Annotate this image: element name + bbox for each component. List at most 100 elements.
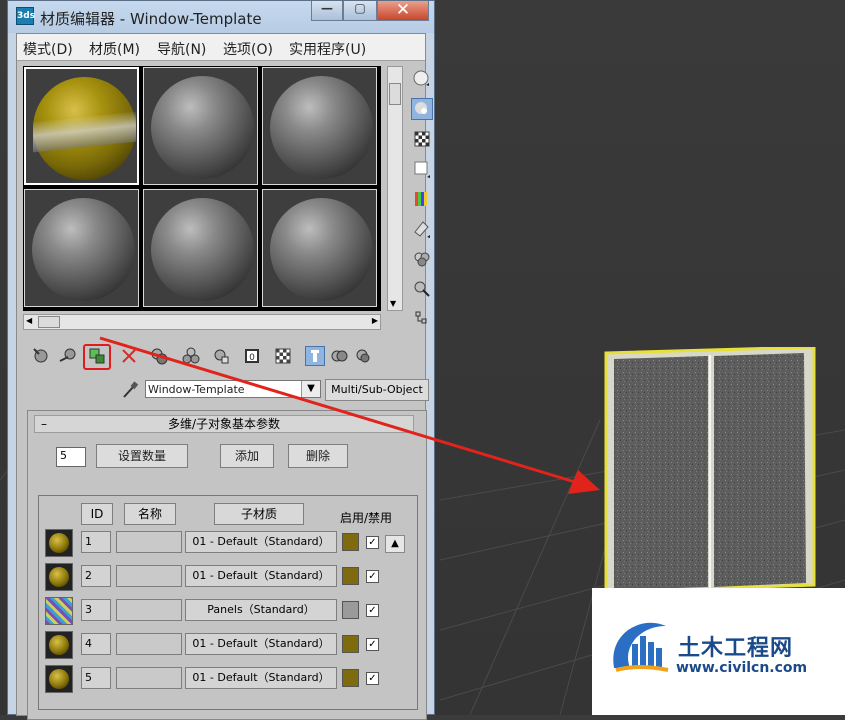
column-header-submaterial[interactable]: 子材质 — [214, 503, 304, 525]
material-count-input[interactable]: 5 — [56, 447, 86, 467]
submaterial-button[interactable]: 01 - Default（Standard） — [185, 531, 337, 553]
scroll-thumb[interactable] — [389, 83, 401, 105]
slots-vertical-scrollbar[interactable]: ▼ — [387, 66, 403, 311]
maximize-button[interactable]: ▢ — [343, 1, 377, 21]
window-model — [604, 347, 816, 592]
submaterial-name-field[interactable] — [116, 599, 182, 621]
submaterial-button[interactable]: 01 - Default（Standard） — [185, 565, 337, 587]
submaterial-enable-checkbox[interactable]: ✓ — [366, 536, 379, 549]
watermark: 土木工程网 www.civilcn.com — [592, 588, 845, 715]
menu-material[interactable]: 材质(M) — [89, 39, 140, 59]
video-color-check-icon[interactable] — [411, 188, 433, 210]
submaterial-enable-checkbox[interactable]: ✓ — [366, 638, 379, 651]
material-map-navigator-icon[interactable] — [411, 308, 433, 330]
sample-type-icon[interactable] — [411, 68, 433, 90]
copy-material-icon[interactable] — [149, 346, 169, 366]
set-number-button[interactable]: 设置数量 — [96, 444, 188, 468]
submaterial-thumbnail[interactable] — [45, 597, 73, 625]
material-name-dropdown[interactable]: ▼ — [145, 380, 321, 398]
submaterial-id[interactable]: 1 — [81, 531, 111, 553]
sample-slots — [23, 66, 381, 311]
submaterial-thumbnail[interactable] — [45, 665, 73, 693]
slots-horizontal-scrollbar[interactable]: ◀ ▶ — [23, 314, 381, 330]
3ds-max-icon: 3ds — [16, 7, 35, 25]
civilcn-logo — [613, 622, 669, 672]
sample-slot-6[interactable] — [262, 189, 377, 307]
sample-slot-3[interactable] — [262, 67, 377, 185]
make-unique-icon[interactable] — [181, 346, 201, 366]
submaterial-name-field[interactable] — [116, 531, 182, 553]
scroll-left-icon[interactable]: ◀ — [26, 316, 32, 325]
go-forward-icon[interactable] — [353, 346, 373, 366]
menu-mode[interactable]: 模式(D) — [23, 39, 73, 59]
title-bar[interactable]: 3ds 材质编辑器 - Window-Template — ▢ ✕ — [8, 1, 434, 33]
rollout-title: 多维/子对象基本参数 — [167, 417, 281, 431]
chevron-down-icon[interactable]: ▼ — [301, 381, 320, 397]
submaterial-name-field[interactable] — [116, 667, 182, 689]
scroll-thumb[interactable] — [38, 316, 60, 328]
add-button[interactable]: 添加 — [220, 444, 274, 468]
material-name-field[interactable] — [148, 381, 298, 397]
sample-sphere — [270, 76, 373, 179]
show-map-icon[interactable] — [273, 346, 293, 366]
get-material-icon[interactable] — [31, 346, 51, 366]
submaterial-color-swatch[interactable] — [342, 533, 359, 551]
options-icon[interactable] — [411, 248, 433, 270]
background-icon[interactable] — [411, 128, 433, 150]
menu-utilities[interactable]: 实用程序(U) — [289, 39, 366, 59]
minimize-button[interactable]: — — [311, 1, 343, 21]
submaterial-enable-checkbox[interactable]: ✓ — [366, 604, 379, 617]
svg-text:0: 0 — [249, 353, 255, 363]
submaterial-thumbnail[interactable] — [45, 631, 73, 659]
put-to-scene-icon[interactable] — [57, 346, 77, 366]
submaterial-color-swatch[interactable] — [342, 669, 359, 687]
material-editor-window[interactable]: 3ds 材质编辑器 - Window-Template — ▢ ✕ 模式(D) … — [7, 0, 435, 720]
column-header-id[interactable]: ID — [81, 503, 113, 525]
submaterial-id[interactable]: 3 — [81, 599, 111, 621]
submaterial-enable-checkbox[interactable]: ✓ — [366, 672, 379, 685]
submaterial-enable-checkbox[interactable]: ✓ — [366, 570, 379, 583]
submaterial-button[interactable]: Panels（Standard） — [185, 599, 337, 621]
watermark-title: 土木工程网 — [678, 636, 794, 661]
submaterial-color-swatch[interactable] — [342, 635, 359, 653]
rollout-header[interactable]: – 多维/子对象基本参数 — [34, 415, 414, 433]
submaterial-button[interactable]: 01 - Default（Standard） — [185, 667, 337, 689]
material-id-channel-icon[interactable]: 0 — [243, 346, 263, 366]
submaterial-color-swatch[interactable] — [342, 601, 359, 619]
sample-slot-1[interactable] — [24, 67, 139, 185]
column-header-name[interactable]: 名称 — [124, 503, 176, 525]
select-by-material-icon[interactable] — [411, 278, 433, 300]
submaterial-id[interactable]: 4 — [81, 633, 111, 655]
menu-options[interactable]: 选项(O) — [223, 39, 273, 59]
sample-slot-5[interactable] — [143, 189, 258, 307]
backlight-icon[interactable] — [411, 98, 433, 120]
submaterial-thumbnail[interactable] — [45, 529, 73, 557]
eyedropper-icon[interactable] — [121, 380, 139, 400]
tiling-icon[interactable] — [411, 158, 433, 180]
submaterial-name-field[interactable] — [116, 565, 182, 587]
close-button[interactable]: ✕ — [377, 1, 429, 21]
material-type-button[interactable]: Multi/Sub-Object — [325, 379, 429, 401]
go-to-parent-icon[interactable] — [329, 346, 349, 366]
delete-button[interactable]: 删除 — [288, 444, 348, 468]
submaterial-id[interactable]: 2 — [81, 565, 111, 587]
submaterial-id[interactable]: 5 — [81, 667, 111, 689]
sample-slot-2[interactable] — [143, 67, 258, 185]
submaterial-name-field[interactable] — [116, 633, 182, 655]
sample-sphere — [32, 198, 135, 301]
reset-map-icon[interactable] — [119, 346, 139, 366]
submaterial-thumbnail[interactable] — [45, 563, 73, 591]
menu-navigation[interactable]: 导航(N) — [157, 39, 206, 59]
list-scroll-up-icon[interactable]: ▲ — [385, 535, 405, 553]
show-end-result-icon[interactable] — [305, 346, 325, 366]
sample-sphere — [270, 198, 373, 301]
scroll-right-icon[interactable]: ▶ — [372, 316, 378, 325]
sample-slot-4[interactable] — [24, 189, 139, 307]
make-preview-icon[interactable] — [411, 218, 433, 240]
window-title: 材质编辑器 - Window-Template — [40, 10, 262, 28]
scroll-down-icon[interactable]: ▼ — [390, 299, 396, 308]
collapse-icon[interactable]: – — [41, 416, 47, 432]
put-to-library-icon[interactable] — [211, 346, 231, 366]
submaterial-color-swatch[interactable] — [342, 567, 359, 585]
submaterial-button[interactable]: 01 - Default（Standard） — [185, 633, 337, 655]
